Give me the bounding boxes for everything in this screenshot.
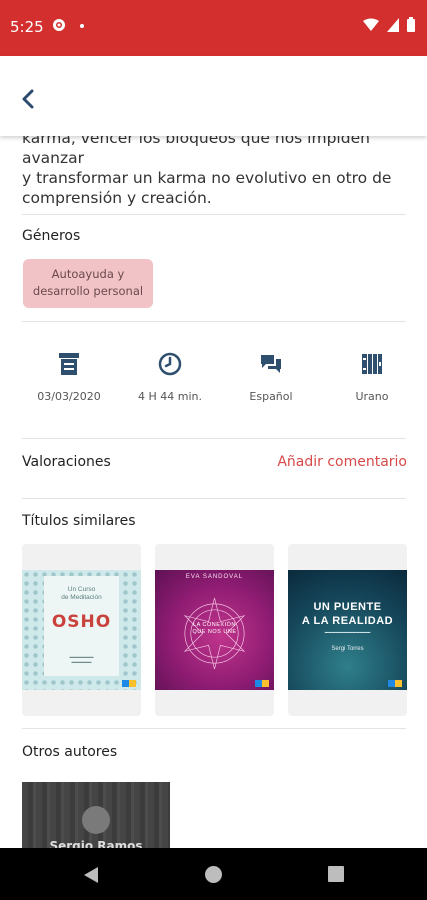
gear-icon (53, 19, 65, 31)
divider (22, 214, 406, 215)
duration-label: 4 H 44 min. (138, 390, 202, 403)
nav-recents-icon[interactable] (328, 866, 344, 882)
author-name: Sergio Ramos (49, 839, 143, 848)
cover-title-line: QUE NOS UNE (192, 629, 237, 635)
meta-duration: 4 H 44 min. (115, 352, 225, 403)
meta-publisher: Urano (317, 352, 427, 403)
chat-bubbles-icon (261, 355, 281, 373)
cover-subtitle-line: Un Curso (67, 586, 96, 593)
notification-dot-icon (80, 24, 84, 28)
book-cover: UN PUENTE A LA REALIDAD ▬▬▬▬▬▬▬▬▬▬▬▬▬ Se… (288, 570, 407, 690)
author-card[interactable]: Sergio Ramos (22, 782, 170, 848)
book-cover: Un Curso de Meditación OSHO ▬▬▬▬▬▬ ▬▬▬▬▬ (22, 570, 141, 690)
divider (22, 321, 406, 322)
divider (22, 728, 406, 729)
clock-icon (158, 352, 182, 376)
system-nav-bar (0, 848, 427, 900)
description-line: y transformar un karma no evolutivo en o… (22, 169, 392, 187)
other-authors-title: Otros autores (22, 744, 118, 760)
genres-title: Géneros (22, 228, 81, 244)
similar-book-card[interactable]: UN PUENTE A LA REALIDAD ▬▬▬▬▬▬▬▬▬▬▬▬▬ Se… (288, 544, 407, 716)
wifi-icon (363, 18, 379, 31)
divider (22, 498, 406, 499)
book-cover: EVA SANDOVAL LA CONEXIÓN QUE NOS UNE (155, 570, 274, 690)
flag-badge-icon (388, 680, 402, 687)
meta-language: Español (216, 352, 326, 403)
description-line: comprensión y creación. (22, 189, 212, 207)
ratings-title: Valoraciones (22, 454, 111, 470)
cover-panel: Un Curso de Meditación OSHO ▬▬▬▬▬▬ ▬▬▬▬▬ (44, 576, 119, 676)
date-label: 03/03/2020 (37, 390, 101, 403)
cover-author: Sergi Torres (331, 646, 364, 652)
cover-tagline-decoration: ▬▬▬▬▬▬▬▬▬▬▬▬▬ (324, 630, 371, 634)
avatar (82, 806, 110, 834)
status-time: 5:25 (10, 18, 44, 36)
status-icons (363, 17, 415, 32)
genre-chip-line: Autoayuda y (51, 267, 125, 281)
battery-icon (407, 17, 415, 32)
cover-title-line: UN PUENTE (313, 601, 382, 613)
description-line: karma, vencer los bloqueos que nos impid… (22, 136, 370, 167)
divider (22, 438, 406, 439)
cover-author: EVA SANDOVAL (185, 574, 244, 580)
status-bar: 5:25 (0, 0, 427, 56)
similar-titles-title: Títulos similares (22, 513, 136, 529)
cover-subtitle: Un Curso de Meditación (44, 586, 119, 602)
flag-badge-icon (122, 680, 136, 687)
cover-title-line: A LA REALIDAD (301, 615, 394, 627)
cover-title: UN PUENTE A LA REALIDAD (288, 600, 407, 628)
signal-icon (387, 17, 399, 32)
genre-chip-line: desarrollo personal (32, 284, 144, 298)
detail-content[interactable]: karma, vencer los bloqueos que nos impid… (0, 136, 427, 848)
cover-tagline-decoration: ▬▬▬▬▬▬ ▬▬▬▬▬ (69, 654, 94, 664)
publisher-label: Urano (355, 390, 389, 403)
cover-title-line: LA CONEXIÓN (193, 622, 236, 628)
books-icon (362, 354, 382, 374)
similar-book-card[interactable]: EVA SANDOVAL LA CONEXIÓN QUE NOS UNE (155, 544, 274, 716)
meta-date: 03/03/2020 (14, 352, 124, 403)
calendar-icon (59, 353, 79, 375)
similar-book-card[interactable]: Un Curso de Meditación OSHO ▬▬▬▬▬▬ ▬▬▬▬▬ (22, 544, 141, 716)
nav-home-icon[interactable] (205, 866, 222, 883)
language-label: Español (249, 390, 293, 403)
back-arrow-icon[interactable] (18, 88, 40, 110)
cover-brand: OSHO (51, 612, 112, 632)
genre-chip[interactable]: Autoayuda y desarrollo personal (23, 259, 153, 308)
nav-back-icon[interactable] (83, 866, 99, 884)
cover-subtitle-line: de Meditación (61, 594, 102, 601)
book-description: karma, vencer los bloqueos que nos impid… (22, 136, 402, 208)
app-bar (0, 56, 427, 136)
add-comment-link[interactable]: Añadir comentario (277, 454, 407, 470)
cover-title: LA CONEXIÓN QUE NOS UNE (179, 622, 250, 636)
flag-badge-icon (255, 680, 269, 687)
